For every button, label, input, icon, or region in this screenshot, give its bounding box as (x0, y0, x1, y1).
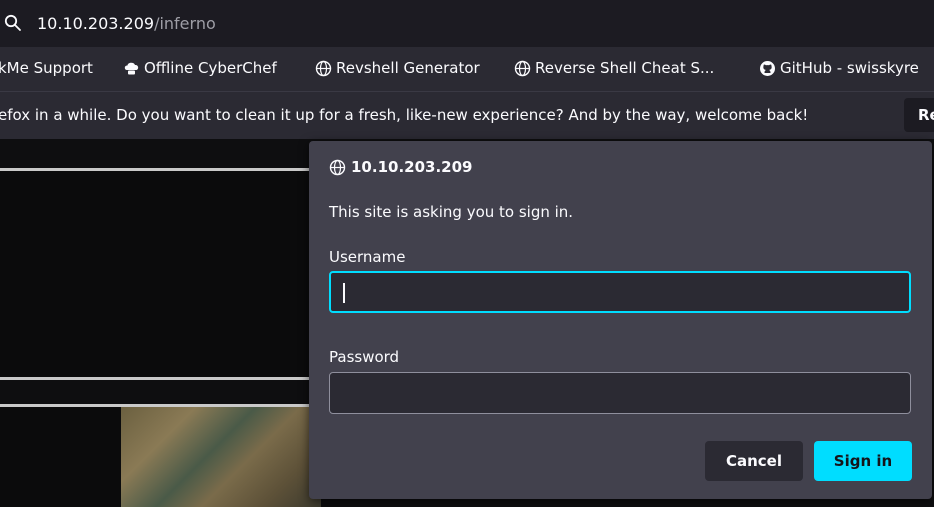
cancel-button[interactable]: Cancel (705, 441, 803, 481)
password-label: Password (329, 348, 400, 366)
dialog-origin: 10.10.203.209 (329, 157, 472, 177)
url-text[interactable]: 10.10.203.209/inferno (37, 13, 216, 35)
bookmark-reverse-shell-cheat-sheet[interactable]: Reverse Shell Cheat S... (514, 58, 714, 78)
bookmark-label: GitHub - swisskyre (780, 59, 919, 77)
dialog-message: This site is asking you to sign in. (329, 203, 574, 221)
username-field[interactable] (329, 271, 911, 313)
bookmark-offline-cyberchef[interactable]: Offline CyberChef (123, 58, 277, 78)
password-field[interactable] (329, 372, 911, 414)
url-path: /inferno (154, 14, 216, 33)
bookmark-label: Revshell Generator (336, 59, 480, 77)
bookmark-label: kMe Support (0, 59, 93, 77)
search-icon (4, 14, 21, 31)
dialog-origin-host: 10.10.203.209 (351, 158, 473, 176)
chef-hat-icon (124, 62, 139, 74)
url-host: 10.10.203.209 (37, 14, 155, 33)
refresh-notification-bar: efox in a while. Do you want to clean it… (0, 91, 934, 139)
refresh-button[interactable]: Re (904, 98, 934, 132)
page-image (121, 407, 321, 507)
url-bar[interactable]: 10.10.203.209/inferno (0, 0, 934, 48)
bookmark-label: Offline CyberChef (144, 59, 277, 77)
text-caret (343, 283, 345, 303)
bookmarks-toolbar: kMe Support Offline CyberChef Revshell G… (0, 47, 934, 91)
github-icon (760, 60, 775, 76)
globe-icon (315, 60, 332, 76)
bookmark-revshell-generator[interactable]: Revshell Generator (315, 58, 480, 78)
bookmark-tryhackme-support[interactable]: kMe Support (0, 58, 93, 78)
bookmark-github-swisskyrepo[interactable]: GitHub - swisskyre (759, 58, 919, 78)
globe-icon (514, 60, 531, 76)
auth-dialog: 10.10.203.209 This site is asking you to… (309, 141, 932, 499)
username-label: Username (329, 248, 406, 266)
page-panel-top (0, 168, 340, 380)
globe-icon (329, 159, 346, 175)
notification-message: efox in a while. Do you want to clean it… (0, 106, 809, 124)
sign-in-button[interactable]: Sign in (814, 441, 912, 481)
bookmark-label: Reverse Shell Cheat S... (535, 59, 715, 77)
